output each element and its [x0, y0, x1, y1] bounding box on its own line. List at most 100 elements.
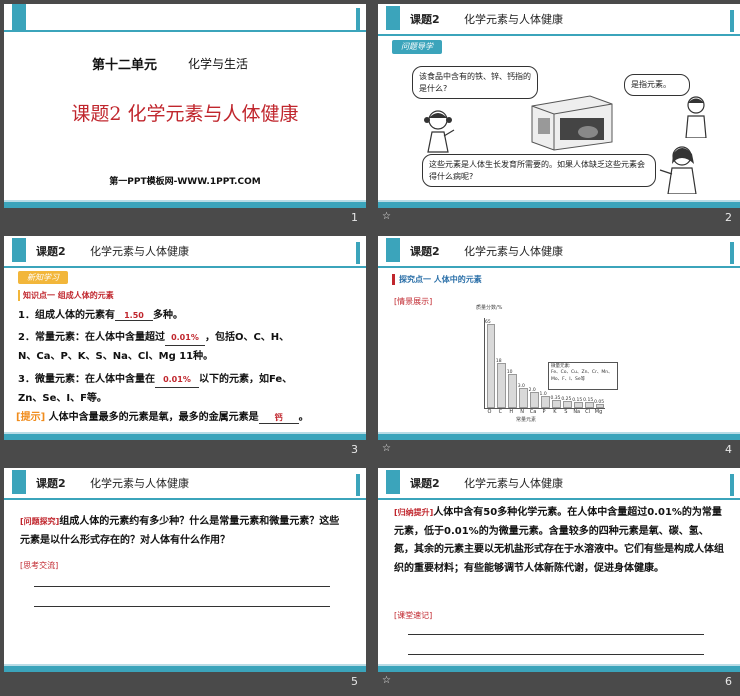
item-2: 2．常量元素：在人体中含量超过 0.01% ，包括O、C、H、 N、Ca、P、K、S… — [18, 332, 290, 362]
think-tag: [思考交流] — [20, 561, 59, 570]
chart-data-label: 0.25 — [561, 396, 572, 402]
slide-number: 4 — [725, 443, 732, 456]
chart-data-label: 0.15 — [572, 398, 583, 404]
answer-line-1 — [34, 586, 330, 587]
notes-line-2 — [408, 654, 704, 655]
summary-text: [归纳提升]人体中含有50多种化学元素。在人体中含量超过0.01%的为常量元素，… — [394, 507, 724, 574]
lesson-title: 课题2 化学元素与人体健康 — [71, 103, 299, 125]
chart-tick-label: H — [509, 409, 514, 415]
chart-data-label: 10 — [506, 369, 513, 375]
slide-3-thumbnail[interactable]: 课题2 化学元素与人体健康 新知学习 知识点一 组成人体的元素 1．组成人体的元… — [4, 236, 366, 440]
chart-tick-label: C — [498, 409, 503, 415]
chart-data-label: 0.05 — [594, 399, 605, 405]
chart-tick-label: O — [487, 409, 492, 415]
star-icon: ☆ — [382, 211, 391, 222]
slide-number: 3 — [351, 443, 358, 456]
chart-bar-N — [519, 388, 529, 408]
slide-4-footer: ☆ 4 — [378, 440, 740, 464]
slide-header: 课题2 化学元素与人体健康 — [378, 468, 740, 500]
chart-bar-P — [541, 395, 550, 408]
notes-line-1 — [408, 634, 704, 635]
chart-bar-H — [508, 373, 518, 408]
slide-1-thumbnail[interactable]: 第十二单元 化学与生活 课题2 化学元素与人体健康 第一PPT模板网-WWW.1… — [4, 4, 366, 208]
chart-bar-K — [551, 399, 561, 408]
chart-tick-label: P — [542, 409, 546, 415]
answer-bubble: 是指元素。 — [624, 74, 690, 96]
notes-tag: [课堂速记] — [394, 611, 433, 620]
chart-x-axis: O C H N Ca P K S Na Cl Mg — [484, 409, 604, 417]
chart-tick-label: S — [564, 409, 568, 415]
chart-tick-label: K — [553, 409, 557, 415]
slide-6-thumbnail[interactable]: 课题2 化学元素与人体健康 [归纳提升]人体中含有50多种化学元素。在人体中含量… — [378, 468, 740, 672]
chart-data-label: 2.0 — [528, 387, 536, 393]
answer-line-2 — [34, 606, 330, 607]
question-bubble-2: 这些元素是人体生长发育所需要的。如果人体缺乏这些元素会得什么病呢? — [422, 154, 656, 188]
inquiry-tag: [问题探究] — [20, 517, 60, 526]
star-icon: ☆ — [382, 443, 391, 454]
summary-tag: [归纳提升] — [394, 508, 434, 517]
chart-bar-O — [486, 324, 496, 408]
food-box-image — [531, 95, 613, 151]
slide-1-footer: 1 — [4, 208, 366, 232]
chart-bar-S — [562, 400, 572, 408]
chart-tick-label: Na — [573, 409, 581, 415]
slide-header: 课题2 化学元素与人体健康 — [4, 236, 366, 268]
header-label: 课题2 — [410, 13, 440, 26]
slide-header: 课题2 化学元素与人体健康 — [4, 468, 366, 500]
question-badge: 问题导学 — [392, 40, 442, 54]
chart-tick-label: Ca — [529, 409, 537, 415]
trace-elements-box: 微量元素: Fe、Co、Cu、Zn、Cr、Mn、Mo、F、I、Se等 — [548, 362, 618, 390]
chart-data-label: 0.15 — [583, 398, 594, 404]
knowledge-point: 知识点一 组成人体的元素 — [18, 290, 114, 301]
slide-2-footer: ☆ 2 — [378, 208, 740, 232]
chart-data-label: 0.35 — [550, 395, 561, 401]
item-3: 3．微量元素：在人体中含量在 0.01% 以下的元素，如Fe、 Zn、Se、I、F等… — [18, 374, 293, 404]
site-label: 第一PPT模板网-WWW.1PPT.COM — [109, 177, 261, 187]
boy-illustration — [685, 96, 707, 138]
header-topic: 化学元素与人体健康 — [464, 245, 563, 258]
element-chart: 质量分数/% 65 18 10 3.0 2.0 1.0 0.35 0.25 0.15 0.15 0.… — [476, 304, 636, 423]
slide-number: 2 — [725, 211, 732, 224]
slide-5-footer: 5 — [4, 672, 366, 696]
tip-line: [提示] 人体中含量最多的元素是氧，最多的金属元素是钙。 — [16, 412, 309, 424]
star-icon: ☆ — [382, 675, 391, 686]
unit-topic: 化学与生活 — [188, 57, 249, 71]
chart-data-label: 3.0 — [517, 384, 525, 390]
header-topic: 化学元素与人体健康 — [90, 477, 189, 490]
header-topic: 化学元素与人体健康 — [464, 13, 563, 26]
explore-point: 探究点一 人体中的元素 — [392, 274, 482, 285]
chart-data-label: 18 — [495, 358, 502, 364]
chart-tick-label: Mg — [594, 409, 603, 415]
slide-number: 1 — [351, 211, 358, 224]
slide-2-thumbnail[interactable]: 课题2 化学元素与人体健康 问题导学 该食品中含有的铁、锌、钙指的是什么? 是指… — [378, 4, 740, 208]
slide-header: 课题2 化学元素与人体健康 — [378, 236, 740, 268]
header-label: 课题2 — [410, 245, 440, 258]
chart-data-label: 1.0 — [539, 391, 547, 397]
header-label: 课题2 — [36, 477, 66, 490]
item-1: 1．组成人体的元素有 1.50 多种。 — [18, 310, 183, 321]
chart-bar-C — [497, 362, 507, 408]
chart-data-label: 65 — [485, 320, 491, 325]
question-bubble-1: 该食品中含有的铁、锌、钙指的是什么? — [412, 66, 538, 100]
girl-illustration — [424, 110, 455, 153]
inquiry-question: [问题探究]组成人体的元素约有多少种？什么是常量元素和微量元素？这些元素是以什么… — [20, 516, 340, 546]
header-label: 课题2 — [36, 245, 66, 258]
header-label: 课题2 — [410, 477, 440, 490]
new-knowledge-badge: 新知学习 — [18, 271, 68, 284]
slide-4-thumbnail[interactable]: 课题2 化学元素与人体健康 探究点一 人体中的元素 [情景展示] 质量分数/% … — [378, 236, 740, 440]
slide-header: 课题2 化学元素与人体健康 — [378, 4, 740, 36]
unit-title: 第十二单元 — [92, 58, 158, 73]
slide-5-thumbnail[interactable]: 课题2 化学元素与人体健康 [问题探究]组成人体的元素约有多少种？什么是常量元素… — [4, 468, 366, 672]
slide-3-footer: 3 — [4, 440, 366, 464]
chart-bar-Ca — [530, 391, 540, 408]
slide-number: 5 — [351, 675, 358, 688]
slide-6-footer: ☆ 6 — [378, 672, 740, 696]
chart-tick-label: Cl — [585, 409, 591, 415]
slide-number: 6 — [725, 675, 732, 688]
teacher-illustration — [659, 146, 697, 194]
scene-tag: [情景展示] — [394, 297, 433, 306]
chart-xlabel: 常量元素 — [516, 417, 537, 423]
top-accent-bar — [4, 4, 366, 32]
header-topic: 化学元素与人体健康 — [90, 245, 189, 258]
chart-ylabel: 质量分数/% — [476, 305, 503, 311]
